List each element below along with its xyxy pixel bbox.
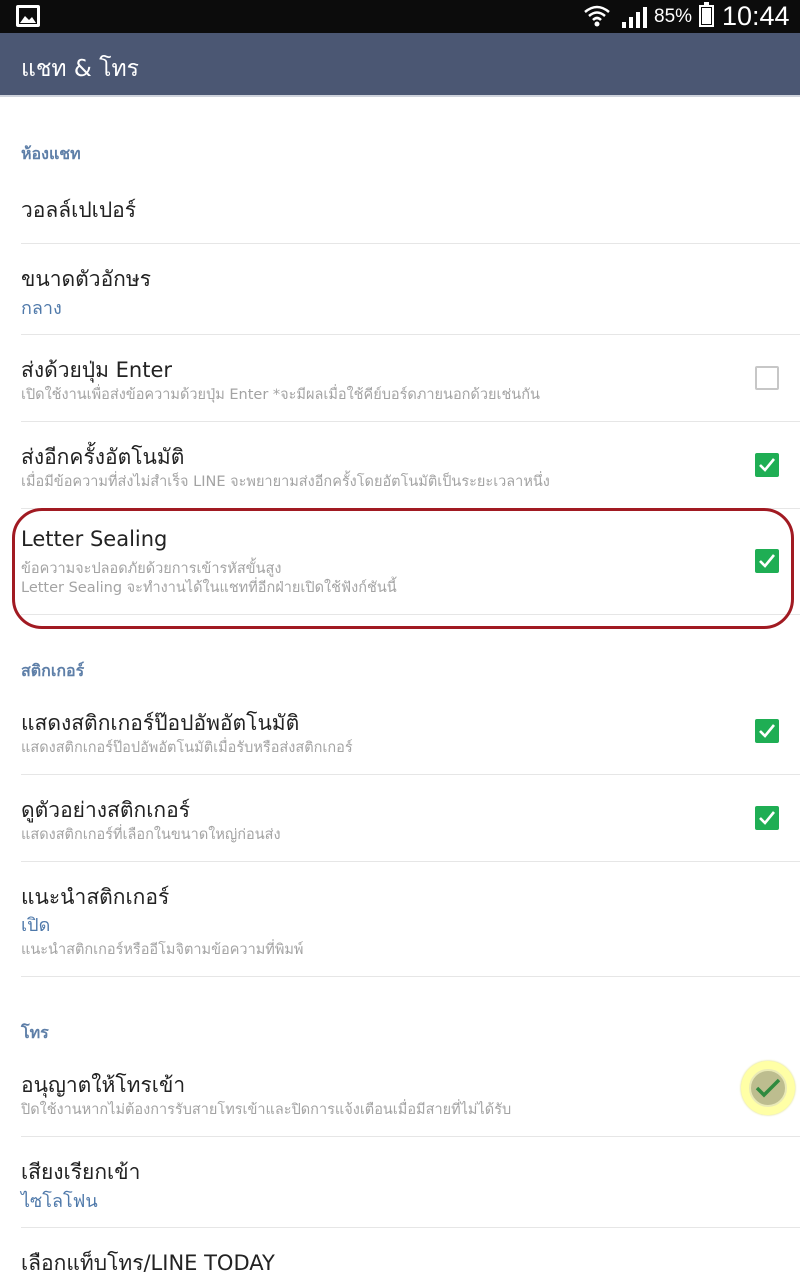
checkbox-enter-send[interactable]: [755, 366, 779, 390]
checkbox-auto-resend[interactable]: [755, 453, 779, 477]
setting-description: ปิดใช้งานหากไม่ต้องการรับสายโทรเข้าและปิ…: [21, 1102, 512, 1118]
setting-call-tab[interactable]: เลือกแท็บโทร/LINE TODAY: [0, 1228, 800, 1280]
floating-toggle-button[interactable]: [741, 1061, 795, 1115]
setting-description: แสดงสติกเกอร์ป๊อปอัพอัตโนมัติเมื่อรับหรื…: [21, 740, 353, 756]
section-header-call: โทร: [21, 1023, 49, 1042]
setting-auto-popup[interactable]: แสดงสติกเกอร์ป๊อปอัพอัตโนมัติ แสดงสติกเก…: [0, 688, 800, 775]
setting-description: แนะนำสติกเกอร์หรืออีโมจิตามข้อความที่พิม…: [21, 942, 304, 958]
status-bar: 85% 10:44: [0, 0, 800, 33]
setting-sticker-suggest[interactable]: แนะนำสติกเกอร์ เปิด แนะนำสติกเกอร์หรืออี…: [0, 862, 800, 977]
clock: 10:44: [722, 1, 790, 31]
setting-label: เลือกแท็บโทร/LINE TODAY: [21, 1251, 275, 1275]
gallery-icon: [16, 5, 40, 27]
section-header-sticker: สติกเกอร์: [21, 661, 85, 680]
setting-enter-send[interactable]: ส่งด้วยปุ่ม Enter เปิดใช้งานเพื่อส่งข้อค…: [0, 335, 800, 422]
setting-label: ขนาดตัวอักษร: [21, 267, 152, 291]
app-bar: แชท & โทร: [0, 33, 800, 97]
section-header-chat: ห้องแชท: [21, 144, 81, 163]
divider: [21, 976, 800, 977]
setting-sticker-preview[interactable]: ดูตัวอย่างสติกเกอร์ แสดงสติกเกอร์ที่เลือ…: [0, 775, 800, 862]
page-title: แชท & โทร: [21, 56, 140, 82]
setting-value: เปิด: [21, 915, 51, 936]
setting-description: เปิดใช้งานเพื่อส่งข้อความด้วยปุ่ม Enter …: [21, 387, 540, 403]
setting-label: เสียงเรียกเข้า: [21, 1160, 141, 1184]
check-icon: [759, 811, 776, 825]
highlight-ring: [12, 508, 794, 629]
check-icon: [759, 458, 776, 472]
checkbox-auto-popup[interactable]: [755, 719, 779, 743]
setting-value: กลาง: [21, 298, 62, 319]
signal-icon: [622, 7, 647, 28]
battery-percent: 85%: [654, 6, 693, 27]
setting-value: ไซโลโฟน: [21, 1191, 98, 1212]
check-icon: [755, 1078, 781, 1098]
setting-description: แสดงสติกเกอร์ที่เลือกในขนาดใหญ่ก่อนส่ง: [21, 827, 281, 843]
check-icon: [759, 724, 776, 738]
setting-font-size[interactable]: ขนาดตัวอักษร กลาง: [0, 244, 800, 335]
setting-auto-resend[interactable]: ส่งอีกครั้งอัตโนมัติ เมื่อมีข้อความที่ส่…: [0, 422, 800, 509]
setting-description: เมื่อมีข้อความที่ส่งไม่สำเร็จ LINE จะพยา…: [21, 474, 550, 490]
setting-label: วอลล์เปเปอร์: [21, 198, 137, 222]
battery-icon: [699, 2, 714, 27]
setting-ringtone[interactable]: เสียงเรียกเข้า ไซโลโฟน: [0, 1137, 800, 1228]
checkbox-sticker-preview[interactable]: [755, 806, 779, 830]
setting-wallpaper[interactable]: วอลล์เปเปอร์: [0, 172, 800, 244]
setting-allow-incoming[interactable]: อนุญาตให้โทรเข้า ปิดใช้งานหากไม่ต้องการร…: [0, 1050, 800, 1137]
wifi-icon: [584, 5, 610, 27]
